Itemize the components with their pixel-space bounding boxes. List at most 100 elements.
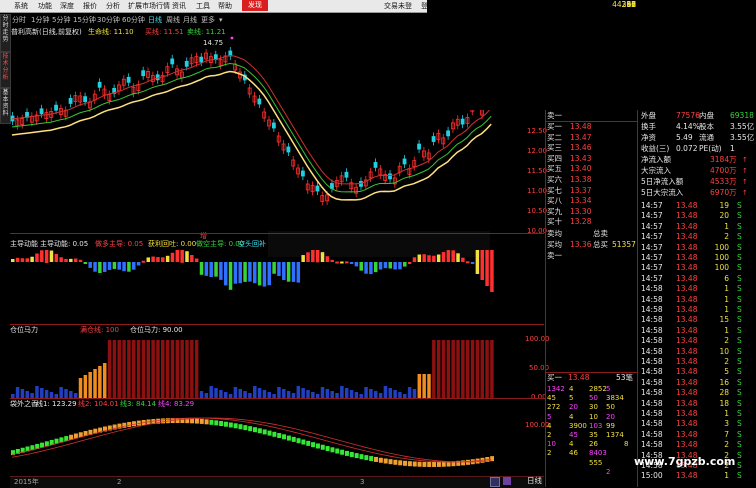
menu-analysis[interactable]: 分析 [106,1,120,11]
ind1-bar [223,262,228,286]
period-intraday[interactable]: 分时 [12,15,26,25]
flow-arrow-icon: ↑ [742,178,748,186]
tick-side: S [737,253,742,262]
menu-quote[interactable]: 报价 [83,1,97,11]
ind2-bar [393,390,397,398]
ind3-mark [238,424,243,430]
tick-side: S [737,471,742,481]
menu-tools[interactable]: 工具 [196,1,210,11]
main-chart[interactable] [10,26,494,231]
menu-discover[interactable]: 发现 [242,0,268,11]
ind1-svg [11,250,494,292]
period-15min[interactable]: 15分钟 [73,15,96,25]
ind2-bar [349,390,354,398]
flow-arrow-icon: ↑ [742,167,748,175]
tick-volume: 1 [724,325,729,335]
tick-price: 13.48 [676,388,698,398]
ind1-bar [393,262,397,270]
period-monthly[interactable]: 月线 [183,15,197,25]
period-more-arrow-icon[interactable]: ▾ [219,15,223,25]
ind2-bar [296,386,301,398]
ind2-bar [180,340,184,398]
ind1-bar [340,261,344,264]
period-30min[interactable]: 30分钟 [97,15,120,25]
ind1-bar [15,257,20,262]
ind2-chart[interactable] [10,336,494,398]
ind1-bar [102,262,107,272]
ind2-label: 仓位马力: 90.00 [130,326,183,334]
tick-price: 13.48 [676,201,698,210]
menu-help[interactable]: 帮助 [218,1,232,11]
ind2-bar [156,340,160,398]
candle-body [184,60,189,67]
tick-time: 14:57 [641,253,663,262]
ob-row-label: 买八 [547,196,562,206]
menu-trade-login[interactable]: 交易未登 [384,1,412,11]
menu-news[interactable]: 资讯 [172,1,186,11]
candle-body [39,108,44,115]
ind3-mark [161,418,166,424]
ind1-bar [30,256,34,262]
candle-body [431,136,436,142]
tick-price: 13.48 [676,419,698,429]
ind3-mark [422,461,427,467]
period-daily[interactable]: 日线 [148,15,162,25]
candle-body [83,96,87,103]
ob-row-label: 买六 [547,175,562,184]
ind1-bar [54,253,59,262]
candle-body [257,98,262,105]
tick-price: 13.48 [676,471,698,481]
tick-price: 13.48 [676,284,698,294]
menu-depth[interactable]: 深度 [60,1,74,11]
ind3-mark [223,421,228,427]
ind1-bar [282,262,286,281]
ind1-bar [398,262,402,270]
ind2-bar [257,388,262,398]
ind1-bar [301,255,305,262]
menu-ext-market[interactable]: 扩展市场行情 [128,1,170,11]
period-60min[interactable]: 60分钟 [122,15,145,25]
period-5min[interactable]: 5分钟 [52,15,70,25]
ind3-mark [335,448,340,454]
queue-cell: 2 [547,449,552,458]
ind1-bar [190,255,194,262]
ind2-bar [480,340,484,398]
daily-label[interactable]: 日线 [527,476,542,486]
ind2-bar [35,386,39,398]
ind2-bar [262,390,267,398]
ind3-line [11,417,492,463]
ind2-bar [117,340,121,398]
ind2-bar [161,340,165,398]
tick-volume: 2 [724,440,729,450]
period-more[interactable]: 更多 [201,15,215,25]
ind1-bar [441,252,446,262]
ind2-bar [233,387,238,398]
ind1-bar [383,262,388,269]
flow-arrow-icon: ↑ [742,189,748,197]
ind2-bar [277,387,281,398]
ind3-mark [306,440,311,446]
tick-time: 14:58 [641,325,663,335]
stat-value: 3.55亿 [730,122,755,131]
ind1-bar [475,250,480,274]
ind1-chart[interactable] [10,250,494,326]
scroll-left-button[interactable] [490,477,500,487]
candle-body [54,104,58,111]
menu-function[interactable]: 功能 [38,1,52,11]
ind3-chart[interactable] [10,410,495,476]
menu-system[interactable]: 系统 [14,1,28,11]
scroll-right-button[interactable] [503,477,511,485]
ind2-bar [64,389,68,398]
ind2-bar [199,391,204,398]
ind3-mark [243,425,248,431]
ind3-mark [383,458,388,464]
ind2-bar [78,378,83,398]
ind1-bar [262,262,267,287]
tick-price: 13.48 [676,232,698,242]
ind3-mark [369,456,374,462]
ob-buy-avg-label: 买均 [547,240,562,249]
period-weekly[interactable]: 周线 [166,15,180,25]
ind3-mark [427,461,432,467]
tick-time: 14:58 [641,284,663,294]
period-1min[interactable]: 1分钟 [31,15,49,25]
